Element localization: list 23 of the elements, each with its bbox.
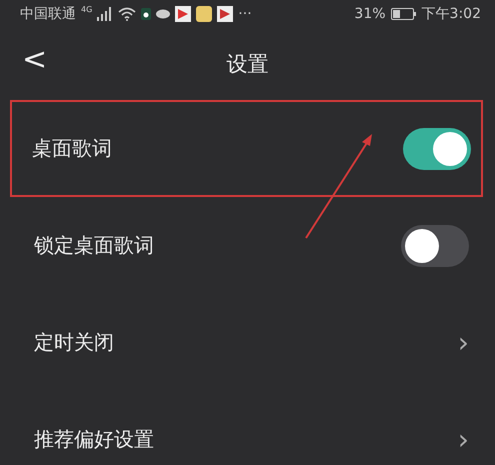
signal-icon [97,7,114,21]
setting-label: 定时关闭 [34,329,114,356]
carrier-name: 中国联通 [20,5,76,23]
more-indicator: ··· [238,6,252,22]
app-icon [196,6,212,22]
setting-label: 锁定桌面歌词 [34,232,154,259]
chevron[interactable]: › [458,326,469,359]
page-title: 设置 [226,51,268,78]
wifi-icon [118,7,136,21]
battery-percent: 31% [354,6,386,22]
chevron[interactable]: › [458,423,469,456]
clock: 下午3:02 [422,5,481,23]
app-icon [175,6,192,22]
toggle-switch[interactable] [403,128,471,170]
network-type: 4G [81,5,92,14]
app-icon [217,6,234,22]
cloud-icon [156,9,170,19]
setting-label: 推荐偏好设置 [34,426,154,453]
back-button[interactable]: < [18,42,52,77]
battery-icon [390,8,417,20]
setting-label: 桌面歌词 [32,135,112,162]
app-icon [141,8,152,20]
toggle-switch[interactable] [401,224,469,266]
